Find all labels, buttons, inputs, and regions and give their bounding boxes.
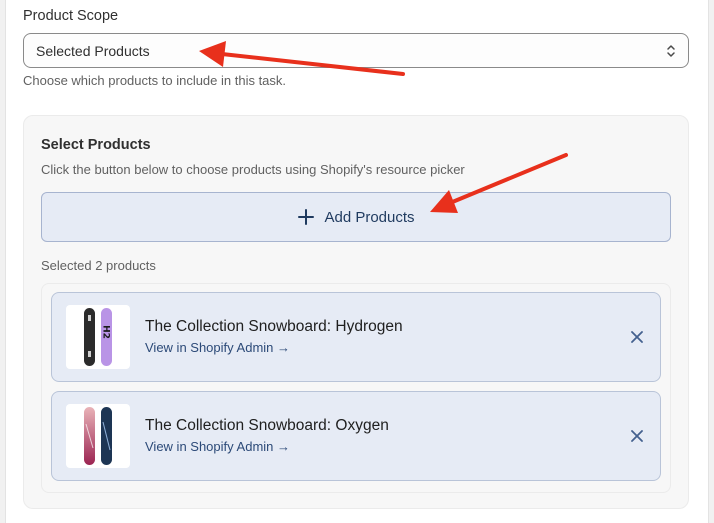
plus-icon	[298, 209, 315, 225]
product-item: The Collection Snowboard: Oxygen View in…	[51, 391, 661, 481]
product-item: H2 The Collection Snowboard: Hydrogen Vi…	[51, 292, 661, 382]
product-scope-label: Product Scope	[23, 8, 119, 24]
snowboard-hydrogen-image: H2	[84, 308, 112, 366]
snowboard-oxygen-image	[84, 407, 112, 465]
selected-count: Selected 2 products	[41, 258, 156, 273]
product-scope-value: Selected Products	[36, 42, 150, 59]
select-products-description: Click the button below to choose product…	[41, 162, 465, 177]
chevron-updown-icon	[667, 45, 675, 57]
select-products-title: Select Products	[41, 137, 151, 153]
svg-text:H2: H2	[101, 325, 111, 339]
product-scope-select[interactable]: Selected Products	[23, 33, 689, 68]
view-in-admin-link[interactable]: View in Shopify Admin →	[145, 439, 290, 454]
close-icon[interactable]	[630, 429, 644, 443]
view-in-admin-link[interactable]: View in Shopify Admin →	[145, 340, 290, 355]
product-thumbnail: H2	[66, 305, 130, 369]
product-scope-help: Choose which products to include in this…	[23, 73, 287, 88]
close-icon[interactable]	[630, 330, 644, 344]
product-thumbnail	[66, 404, 130, 468]
add-products-button[interactable]: Add Products	[41, 192, 671, 242]
product-title: The Collection Snowboard: Oxygen	[145, 417, 389, 434]
product-title: The Collection Snowboard: Hydrogen	[145, 318, 403, 335]
add-products-label: Add Products	[324, 208, 415, 226]
